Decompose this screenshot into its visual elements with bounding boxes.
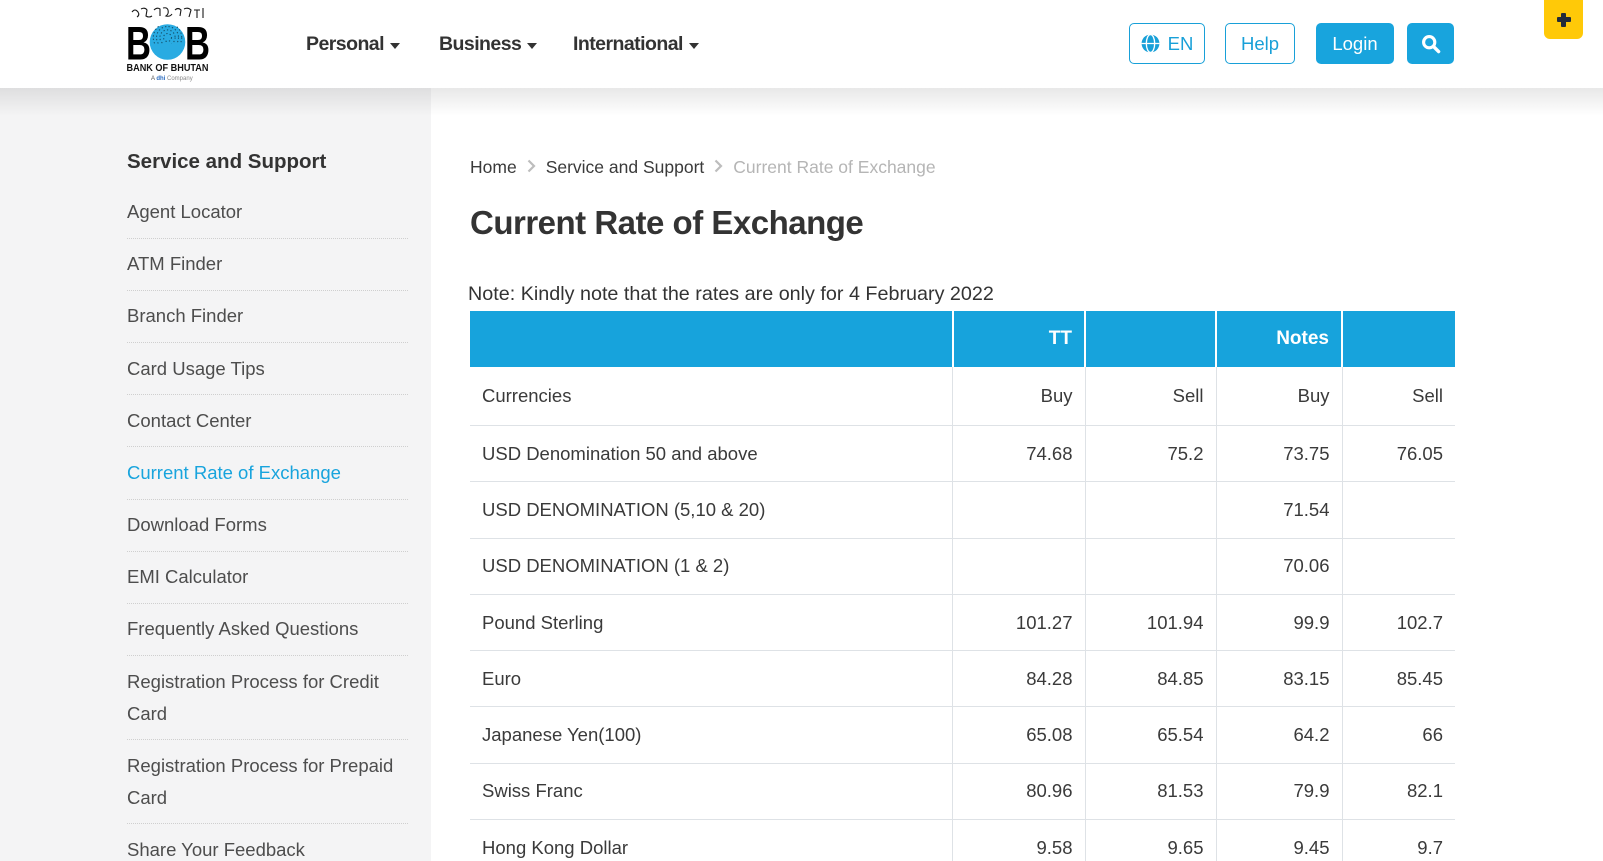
svg-text:B: B (185, 17, 210, 70)
svg-text:BANK OF BHUTAN: BANK OF BHUTAN (127, 63, 209, 74)
svg-text:B: B (126, 17, 151, 70)
svg-text:A dhi Company: A dhi Company (151, 76, 193, 82)
